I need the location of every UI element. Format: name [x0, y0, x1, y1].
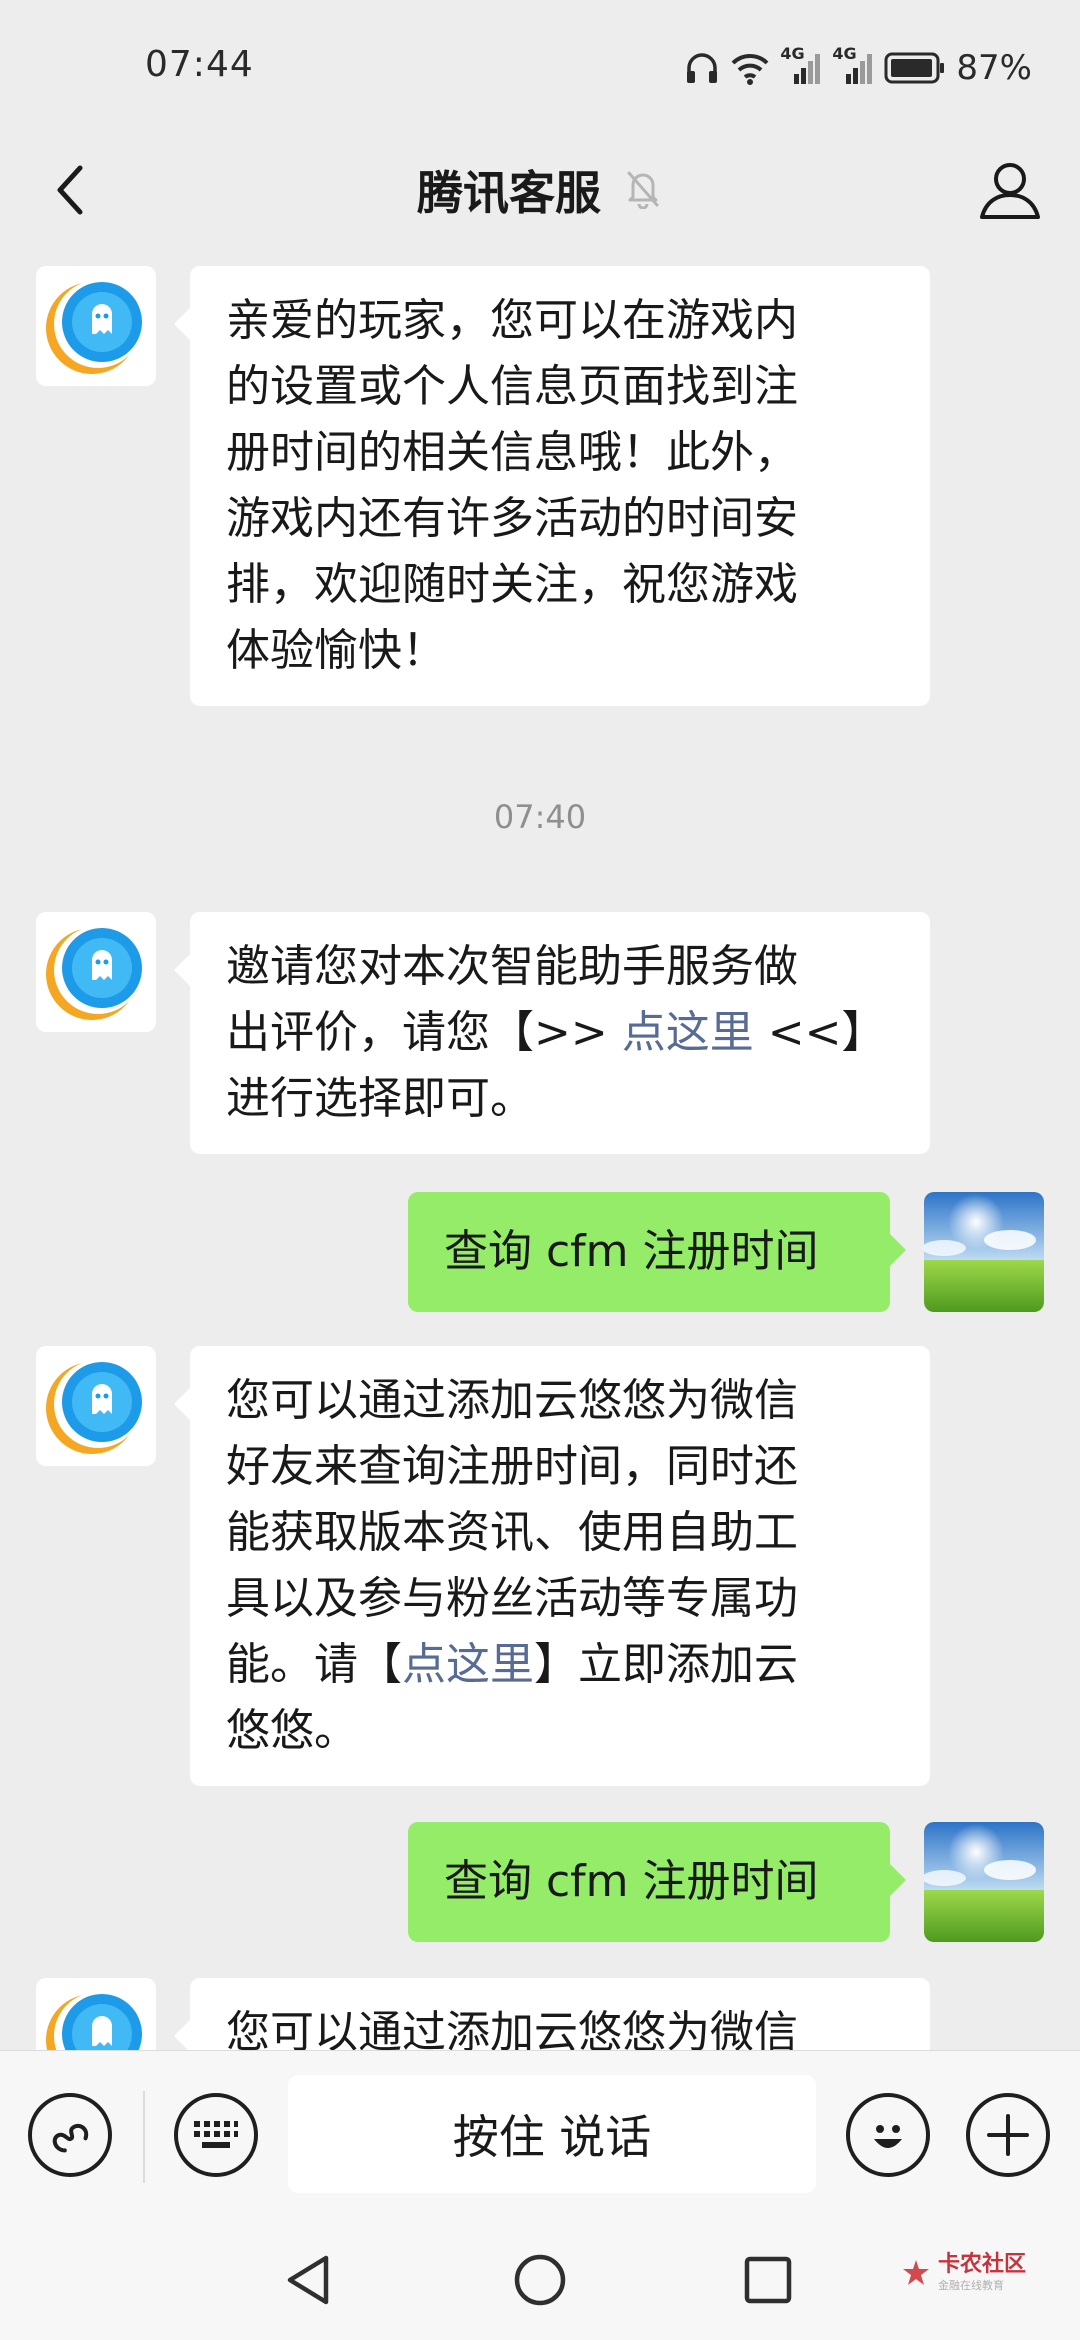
message-bubble[interactable]: 邀请您对本次智能助手服务做 出评价，请您【>> 点这里 <<】 进行选择即可。 [174, 912, 930, 1154]
message-text-line: 游戏内还有许多活动的时间安 [226, 493, 798, 544]
system-navigation-bar: 卡农社区 金融在线教育 [0, 2210, 1080, 2340]
message-timestamp: 07:40 [493, 798, 587, 836]
divider [143, 2091, 145, 2183]
chat-title: 腾讯客服 [417, 166, 601, 220]
battery-icon [884, 51, 946, 85]
message-text-line: 您可以通过添加云悠悠为微信 [226, 2007, 798, 2050]
message-bubble-outgoing[interactable]: 查询 cfm 注册时间 [408, 1822, 906, 1942]
person-icon [980, 163, 1040, 219]
nav-back-button[interactable] [268, 2240, 348, 2320]
mini-program-button[interactable] [28, 2093, 112, 2177]
message-bubble[interactable]: 您可以通过添加云悠悠为微信 [174, 1978, 930, 2050]
message-text-line: 的设置或个人信息页面找到注 [226, 361, 798, 412]
watermark-text: 卡农社区 [937, 2252, 1026, 2277]
chevron-left-icon [57, 165, 83, 215]
square-recents-icon [744, 2256, 792, 2304]
watermark: 卡农社区 金融在线教育 [900, 2254, 1026, 2291]
my-avatar[interactable] [924, 1192, 1044, 1312]
tencent-service-avatar[interactable] [36, 912, 156, 1032]
headphones-icon [684, 50, 720, 86]
keyboard-icon [194, 2121, 238, 2148]
wifi-icon [730, 50, 770, 86]
back-button[interactable] [30, 150, 110, 230]
title-group: 腾讯客服 [0, 130, 1080, 250]
message-text-line: 排，欢迎随时关注，祝您游戏 [226, 559, 798, 610]
network-type-label: 4G [832, 44, 857, 63]
network-type-label: 4G [780, 44, 805, 63]
message-text-line: 悠悠。 [226, 1705, 358, 1756]
tencent-service-avatar[interactable] [36, 1346, 156, 1466]
triangle-back-icon [287, 2255, 329, 2305]
message-text-line: 出评价，请您【>> 点这里 <<】 [226, 1007, 886, 1058]
circle-home-icon [514, 2254, 566, 2306]
message-text-line: 具以及参与粉丝活动等专属功 [226, 1573, 798, 1624]
message-bubble[interactable]: 亲爱的玩家，您可以在游戏内 的设置或个人信息页面找到注 册时间的相关信息哦！此外… [174, 266, 930, 706]
add-friend-link[interactable]: 点这里 [402, 1639, 534, 1690]
chat-message-list[interactable]: 亲爱的玩家，您可以在游戏内 的设置或个人信息页面找到注 册时间的相关信息哦！此外… [0, 250, 1080, 2050]
smiley-icon [874, 2125, 902, 2148]
watermark-subtext: 金融在线教育 [937, 2279, 1004, 2292]
my-avatar[interactable] [924, 1822, 1044, 1942]
message-bubble[interactable]: 您可以通过添加云悠悠为微信 好友来查询注册时间，同时还 能获取版本资讯、使用自助… [174, 1346, 930, 1786]
plus-icon [987, 2114, 1029, 2156]
link-icon [52, 2123, 89, 2153]
chat-input-bar: 按住 说话 [0, 2050, 1080, 2210]
chat-header: 腾讯客服 [0, 130, 1080, 250]
watermark-logo-icon [902, 2259, 929, 2285]
rate-service-link[interactable]: 点这里 [622, 1007, 754, 1058]
message-text-line: 查询 cfm 注册时间 [444, 1226, 819, 1277]
status-time: 07:44 [145, 44, 254, 85]
tencent-service-avatar[interactable] [36, 266, 156, 386]
message-text-line: 体验愉快！ [226, 625, 446, 676]
status-indicators: 4G 4G 87% [684, 44, 1032, 92]
message-bubble-outgoing[interactable]: 查询 cfm 注册时间 [408, 1192, 906, 1312]
message-text-line: 您可以通过添加云悠悠为微信 [226, 1375, 798, 1426]
more-button[interactable] [966, 2093, 1050, 2177]
hold-to-talk-button[interactable]: 按住 说话 [288, 2075, 816, 2193]
message-text-line: 册时间的相关信息哦！此外， [226, 427, 798, 478]
tencent-service-avatar[interactable] [36, 1978, 156, 2050]
nav-home-button[interactable] [500, 2240, 580, 2320]
message-text-line: 邀请您对本次智能助手服务做 [226, 941, 798, 992]
message-text-line: 好友来查询注册时间，同时还 [226, 1441, 798, 1492]
chat-info-button[interactable] [968, 148, 1052, 232]
mute-bell-icon [623, 167, 663, 213]
message-text-line: 亲爱的玩家，您可以在游戏内 [226, 295, 798, 346]
message-text-line: 查询 cfm 注册时间 [444, 1856, 819, 1907]
emoji-button[interactable] [846, 2093, 930, 2177]
nav-recents-button[interactable] [728, 2240, 808, 2320]
message-text-line: 能。请【点这里】立即添加云 [226, 1639, 798, 1690]
keyboard-button[interactable] [174, 2093, 258, 2177]
message-text-line: 进行选择即可。 [226, 1073, 534, 1124]
battery-percent: 87% [956, 48, 1032, 88]
status-bar: 07:44 4G 4G 87% [0, 0, 1080, 130]
signal-icon: 4G [780, 44, 822, 86]
signal-icon: 4G [832, 44, 874, 86]
message-text-line: 能获取版本资讯、使用自助工 [226, 1507, 798, 1558]
